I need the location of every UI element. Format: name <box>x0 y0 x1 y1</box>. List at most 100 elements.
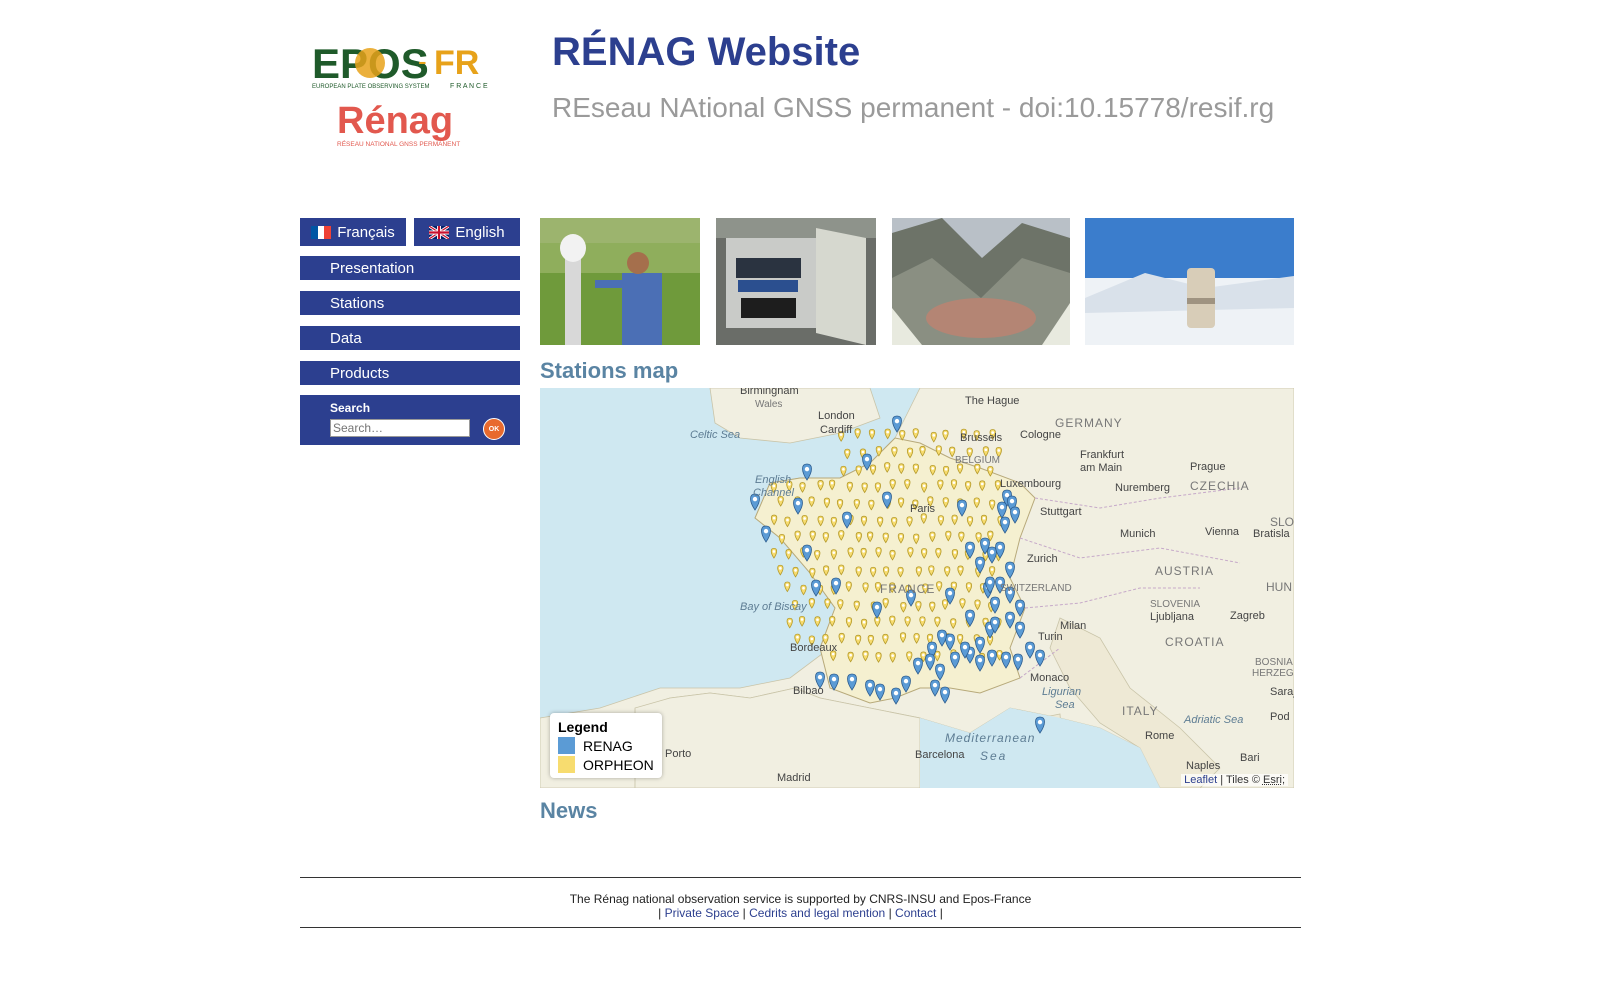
nav-data[interactable]: Data <box>300 326 520 350</box>
orpheon-station-marker-dot <box>839 532 843 535</box>
footer-separator: | <box>658 906 662 920</box>
orpheon-station-marker-dot <box>815 552 819 555</box>
stations-map[interactable]: Birmingham Wales London Cardiff The Hagu… <box>540 388 1294 788</box>
orpheon-station-marker-dot <box>961 600 964 604</box>
orpheon-station-marker-dot <box>842 468 845 471</box>
europe-globe-icon <box>355 48 385 78</box>
search-ok-button[interactable]: OK <box>483 418 505 440</box>
orpheon-station-marker-dot <box>953 551 957 554</box>
language-french-button[interactable]: Français <box>300 218 406 246</box>
site-logo[interactable]: EPOS - FR EUROPEAN PLATE OBSERVING SYSTE… <box>300 30 515 155</box>
label-prague: Prague <box>1190 461 1225 473</box>
orpheon-station-marker-dot <box>989 532 992 536</box>
label-stuttgart: Stuttgart <box>1040 506 1082 518</box>
label-brussels: Brussels <box>960 432 1003 444</box>
renag-station-marker-dot <box>849 676 855 682</box>
renag-station-marker-dot <box>817 674 823 680</box>
label-croatia: CROATIA <box>1165 635 1224 649</box>
search-panel: Search OK <box>300 395 520 445</box>
renag-station-marker-dot <box>1004 492 1010 498</box>
nav-presentation[interactable]: Presentation <box>300 256 520 280</box>
orpheon-station-marker-dot <box>966 483 970 486</box>
orpheon-station-marker-dot <box>928 635 932 639</box>
orpheon-station-marker-dot <box>848 483 852 487</box>
renag-station-marker-dot <box>864 456 870 462</box>
orpheon-station-marker-dot <box>950 448 954 452</box>
orpheon-station-marker-dot <box>772 550 776 553</box>
label-adriatic: Adriatic Sea <box>1183 714 1243 726</box>
orpheon-station-marker-dot <box>862 550 865 553</box>
renag-station-marker-dot <box>1017 624 1023 630</box>
label-monaco: Monaco <box>1030 672 1069 684</box>
renag-station-marker-dot <box>977 639 983 645</box>
renag-station-marker-dot <box>915 660 921 666</box>
label-bratislava: Bratisla <box>1253 528 1291 540</box>
label-the-hague: The Hague <box>965 395 1019 407</box>
orpheon-station-marker-dot <box>998 652 1001 655</box>
footer-contact-link[interactable]: Contact <box>895 906 936 920</box>
renag-station-marker-dot <box>992 599 998 605</box>
orpheon-station-marker-dot <box>856 636 860 640</box>
legend-row-renag: RENAG <box>558 737 654 754</box>
orpheon-station-marker-dot <box>786 518 789 522</box>
orpheon-station-marker-dot <box>810 498 813 502</box>
esri-link[interactable]: Esri <box>1263 774 1282 786</box>
orpheon-station-marker-dot <box>819 482 822 485</box>
leaflet-link[interactable]: Leaflet <box>1184 774 1217 786</box>
orpheon-station-marker-dot <box>937 583 941 587</box>
orpheon-station-marker-dot <box>786 583 789 587</box>
search-label: Search <box>330 401 371 415</box>
nav-products-label: Products <box>330 364 390 382</box>
orpheon-station-marker-dot <box>936 618 939 622</box>
orpheon-station-marker-dot <box>939 517 943 521</box>
orpheon-station-marker-dot <box>921 448 924 451</box>
language-english-button[interactable]: English <box>414 218 520 246</box>
label-frankfurt: Frankfurt <box>1080 449 1124 461</box>
orpheon-station-marker-dot <box>877 549 880 552</box>
orpheon-station-marker-dot <box>855 602 859 606</box>
renag-station-marker-dot <box>987 579 993 585</box>
orpheon-station-marker-dot <box>902 604 905 607</box>
orpheon-station-marker-dot <box>936 652 939 656</box>
legend-label-orpheon: ORPHEON <box>583 756 654 773</box>
label-sarajevo: Saraj <box>1270 686 1294 698</box>
orpheon-station-marker-dot <box>891 552 894 555</box>
legend-title: Legend <box>558 719 608 735</box>
orpheon-station-marker-dot <box>824 534 828 537</box>
orpheon-station-marker-dot <box>868 533 872 537</box>
footer-legal-link[interactable]: Cedrits and legal mention <box>749 906 885 920</box>
orpheon-station-marker-dot <box>976 601 979 605</box>
orpheon-station-marker-dot <box>810 637 814 641</box>
orpheon-station-marker-dot <box>952 583 956 587</box>
orpheon-station-marker-dot <box>899 465 903 469</box>
orpheon-station-marker-dot <box>967 584 971 588</box>
label-paris: Paris <box>910 503 936 515</box>
label-zagreb: Zagreb <box>1230 610 1265 622</box>
orpheon-station-marker-dot <box>944 467 948 471</box>
footer-bottom-divider <box>300 927 1301 928</box>
renag-station-marker-dot <box>1002 519 1008 525</box>
orpheon-station-marker-dot <box>929 498 932 502</box>
nav-stations[interactable]: Stations <box>300 291 520 315</box>
nav-products[interactable]: Products <box>300 361 520 385</box>
nav-data-label: Data <box>330 329 362 347</box>
renag-station-marker-dot <box>937 666 943 672</box>
news-title: News <box>540 798 598 823</box>
orpheon-station-marker-dot <box>796 532 799 536</box>
orpheon-station-marker-dot <box>863 484 866 488</box>
label-hungary: HUN <box>1266 580 1292 594</box>
label-luxembourg: Luxembourg <box>1000 478 1061 490</box>
search-input[interactable] <box>330 419 470 437</box>
renag-station-marker-dot <box>893 690 899 696</box>
renag-station-marker-dot <box>1037 719 1043 725</box>
label-cologne: Cologne <box>1020 429 1061 441</box>
orpheon-station-marker-dot <box>893 448 896 452</box>
orpheon-station-marker-dot <box>886 430 890 434</box>
renag-station-marker-dot <box>813 582 819 588</box>
footer-private-space-link[interactable]: Private Space <box>665 906 740 920</box>
renag-station-marker-dot <box>942 689 948 695</box>
orpheon-station-marker-dot <box>914 465 918 469</box>
label-birmingham: Birmingham <box>740 388 799 397</box>
orpheon-station-marker-dot <box>951 620 955 624</box>
orpheon-station-marker-dot <box>849 653 852 657</box>
